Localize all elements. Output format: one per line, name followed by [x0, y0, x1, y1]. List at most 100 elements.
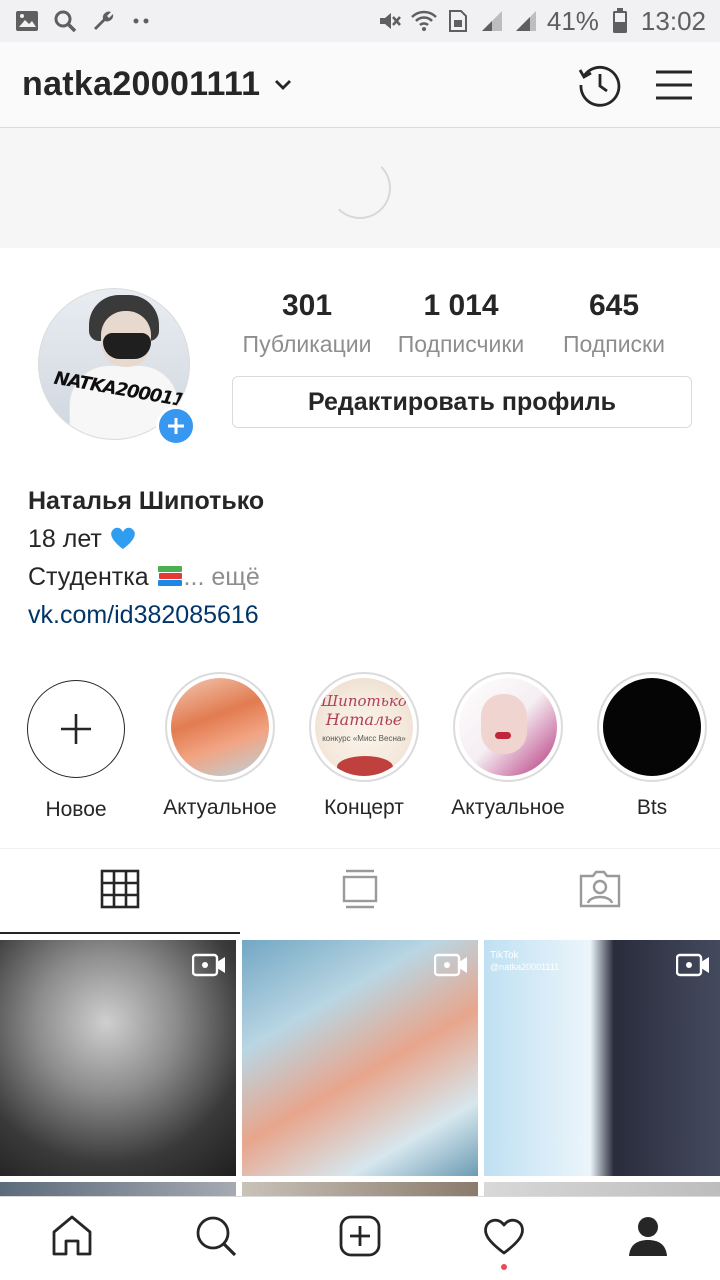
profile-header: NATKA20001111 301 Публикации 1 014 Подпи… — [0, 248, 720, 478]
highlight-item[interactable]: Актуальное — [438, 672, 578, 820]
stat-followers[interactable]: 1 014 Подписчики — [388, 286, 534, 362]
bio-age: 18 лет — [28, 525, 102, 553]
profile-bio: Наталья Шипотько 18 лет Студентка ... ещ… — [28, 482, 688, 634]
status-bar: 41% 13:02 — [0, 0, 720, 42]
tiktok-handle: @natka20001111 — [490, 962, 560, 972]
sim-icon — [445, 8, 471, 34]
highlight-item[interactable]: Актуальное — [150, 672, 290, 820]
more-dots-icon — [128, 8, 154, 34]
archive-history-icon[interactable] — [576, 61, 624, 109]
grid-icon — [100, 869, 140, 914]
wifi-icon — [410, 8, 437, 34]
tab-feed[interactable] — [240, 849, 480, 934]
highlight-cover-face — [481, 694, 527, 754]
edit-profile-button[interactable]: Редактировать профиль — [232, 376, 692, 428]
highlight-item[interactable]: Bts — [582, 672, 720, 820]
add-story-plus-icon[interactable] — [156, 406, 196, 446]
highlight-cover: Шипотько Наталье конкурс «Мисс Весна» — [315, 678, 413, 776]
bio-more-link[interactable]: ещё — [211, 563, 259, 591]
bio-line-2: Студентка ... ещё — [28, 558, 688, 596]
bio-occupation: Студентка — [28, 563, 149, 591]
signal-icon — [513, 8, 539, 34]
stat-following-label: Подписки — [563, 331, 665, 357]
highlight-ring: Шипотько Наталье конкурс «Мисс Весна» — [309, 672, 419, 782]
highlight-ring — [453, 672, 563, 782]
avatar-container[interactable]: NATKA20001111 — [38, 288, 196, 446]
profile-stats: 301 Публикации 1 014 Подписчики 645 Подп… — [236, 286, 686, 366]
chevron-down-icon[interactable] — [274, 74, 296, 96]
nav-activity[interactable] — [432, 1197, 576, 1280]
stat-following-value: 645 — [588, 289, 640, 322]
highlight-label: Актуальное — [451, 796, 565, 819]
gallery-icon — [14, 8, 40, 34]
tiktok-watermark: TikTok — [490, 950, 519, 961]
signal-icon — [479, 8, 505, 34]
feed-list-icon — [342, 869, 378, 914]
menu-icon[interactable] — [650, 61, 698, 109]
nav-home[interactable] — [0, 1197, 144, 1280]
battery-percent: 41% — [546, 5, 599, 36]
loading-spinner-icon — [329, 157, 391, 219]
tagged-icon — [579, 870, 621, 913]
highlight-label: Концерт — [324, 796, 404, 819]
username-switcher[interactable]: natka20001111 — [22, 65, 260, 104]
highlight-cover-rose — [337, 756, 393, 776]
highlight-item[interactable]: Шипотько Наталье конкурс «Мисс Весна» Ко… — [294, 672, 434, 820]
activity-notification-dot — [501, 1264, 507, 1270]
home-icon — [50, 1214, 94, 1263]
clock: 13:02 — [640, 5, 706, 36]
highlight-cover — [603, 678, 701, 776]
stat-posts-value: 301 — [281, 289, 333, 322]
bio-ellipsis: ... — [183, 563, 205, 591]
post-thumbnail[interactable] — [0, 940, 236, 1176]
highlight-cover-text: Шипотько — [321, 692, 407, 710]
stat-posts[interactable]: 301 Публикации — [236, 286, 378, 362]
stat-followers-label: Подписчики — [397, 331, 525, 357]
stat-posts-label: Публикации — [242, 331, 372, 357]
full-name: Наталья Шипотько — [28, 487, 265, 515]
highlight-cover — [459, 678, 557, 776]
add-post-icon — [338, 1214, 382, 1263]
post-thumbnail[interactable]: TikTok @natka20001111 — [484, 940, 720, 1176]
story-highlights: Новое Актуальное Шипотько Наталье конкур… — [0, 672, 720, 832]
highlight-label: Bts — [636, 796, 668, 819]
loading-area — [0, 128, 720, 248]
search-icon — [194, 1214, 238, 1263]
video-camera-icon — [192, 953, 225, 977]
video-camera-icon — [434, 953, 467, 977]
stat-followers-value: 1 014 — [423, 289, 499, 322]
profile-tabs — [0, 848, 720, 934]
highlight-ring — [597, 672, 707, 782]
activity-heart-icon — [482, 1216, 526, 1261]
tab-tagged[interactable] — [480, 849, 720, 934]
highlight-ring — [165, 672, 275, 782]
profile-top-bar: natka20001111 — [0, 42, 720, 128]
highlight-cover-text: Наталье — [325, 710, 403, 729]
battery-icon — [607, 8, 633, 34]
bio-line-1: 18 лет — [28, 520, 688, 558]
profile-icon — [626, 1214, 670, 1263]
highlight-cover-text: конкурс «Мисс Весна» — [322, 734, 406, 743]
bottom-navigation — [0, 1196, 720, 1280]
stat-following[interactable]: 645 Подписки — [550, 286, 678, 362]
nav-add-post[interactable] — [288, 1197, 432, 1280]
highlight-label: Новое — [45, 798, 107, 821]
new-highlight-plus-icon[interactable] — [27, 680, 125, 778]
posts-grid: TikTok @natka20001111 — [0, 940, 720, 1200]
books-emoji-icon — [156, 561, 184, 586]
wrench-icon — [90, 8, 116, 34]
search-icon — [52, 8, 78, 34]
highlight-label: Актуальное — [163, 796, 277, 819]
nav-search[interactable] — [144, 1197, 288, 1280]
blue-heart-emoji-icon — [109, 523, 137, 549]
post-thumbnail[interactable] — [242, 940, 478, 1176]
nav-profile[interactable] — [576, 1197, 720, 1280]
avatar-mask — [103, 333, 151, 359]
highlight-cover — [171, 678, 269, 776]
video-camera-icon — [676, 953, 709, 977]
tab-grid[interactable] — [0, 849, 240, 934]
bio-website-link[interactable]: vk.com/id382085616 — [28, 596, 688, 634]
highlight-cover-lips — [495, 732, 511, 739]
mute-icon — [377, 8, 403, 34]
highlight-new[interactable]: Новое — [6, 672, 146, 822]
